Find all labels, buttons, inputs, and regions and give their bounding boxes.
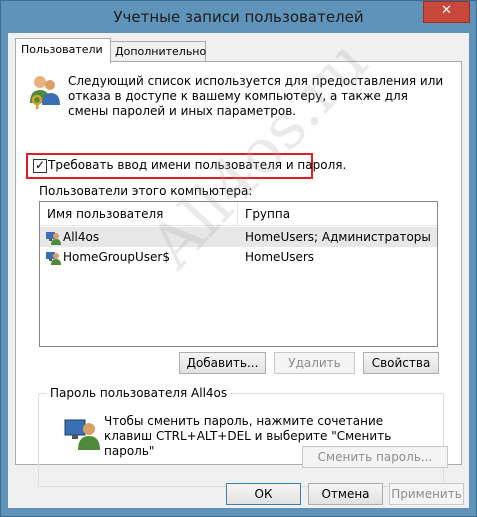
table-row[interactable]: All4os HomeUsers; Администраторы [40, 227, 437, 247]
cancel-button[interactable]: Отмена [308, 483, 383, 505]
tab-users[interactable]: Пользователи [15, 38, 111, 63]
user-icon [46, 252, 61, 265]
require-login-label[interactable]: Требовать ввод имени пользователя и паро… [48, 158, 346, 172]
tab-panel-users: Следующий список используется для предос… [15, 26, 462, 487]
title-bar[interactable]: Учетные записи пользователей ✕ [1, 1, 476, 33]
ok-button[interactable]: ОК [226, 483, 301, 505]
password-group: Пароль пользователя All4os Чтобы сменить… [38, 386, 448, 487]
apply-button[interactable]: Применить [389, 483, 464, 505]
require-login-checkbox[interactable]: ✓ [33, 159, 47, 173]
intro-text: Следующий список используется для предос… [68, 74, 444, 118]
list-header: Имя пользователя Группа [40, 202, 437, 226]
user-name: HomeGroupUser$ [63, 250, 170, 264]
dialog-client: Пользователи Дополнительно Следующий спи… [8, 26, 469, 508]
column-group[interactable]: Группа [245, 207, 290, 221]
user-icon [46, 232, 61, 245]
change-password-button[interactable]: Сменить пароль... [302, 446, 448, 468]
user-monitor-icon [64, 419, 100, 450]
users-list[interactable]: Имя пользователя Группа All4os HomeUsers… [39, 201, 438, 347]
tab-advanced[interactable]: Дополнительно [109, 41, 206, 62]
close-button[interactable]: ✕ [423, 1, 470, 23]
dialog-window: Учетные записи пользователей ✕ Пользоват… [0, 0, 477, 517]
remove-user-button[interactable]: Удалить [274, 352, 355, 374]
add-user-button[interactable]: Добавить... [179, 352, 266, 374]
table-row[interactable]: HomeGroupUser$ HomeUsers [40, 247, 437, 267]
users-list-label: Пользователи этого компьютера: [39, 184, 253, 198]
window-title: Учетные записи пользователей [113, 8, 364, 26]
password-group-title: Пароль пользователя All4os [47, 386, 231, 400]
require-login-highlight: ✓ Требовать ввод имени пользователя и па… [26, 153, 346, 179]
user-properties-button[interactable]: Свойства [363, 352, 439, 374]
user-group: HomeUsers; Администраторы [245, 230, 431, 244]
column-divider[interactable] [237, 202, 238, 225]
column-username[interactable]: Имя пользователя [47, 207, 163, 221]
users-keys-icon [30, 76, 60, 109]
user-group: HomeUsers [245, 250, 315, 264]
user-name: All4os [63, 230, 100, 244]
